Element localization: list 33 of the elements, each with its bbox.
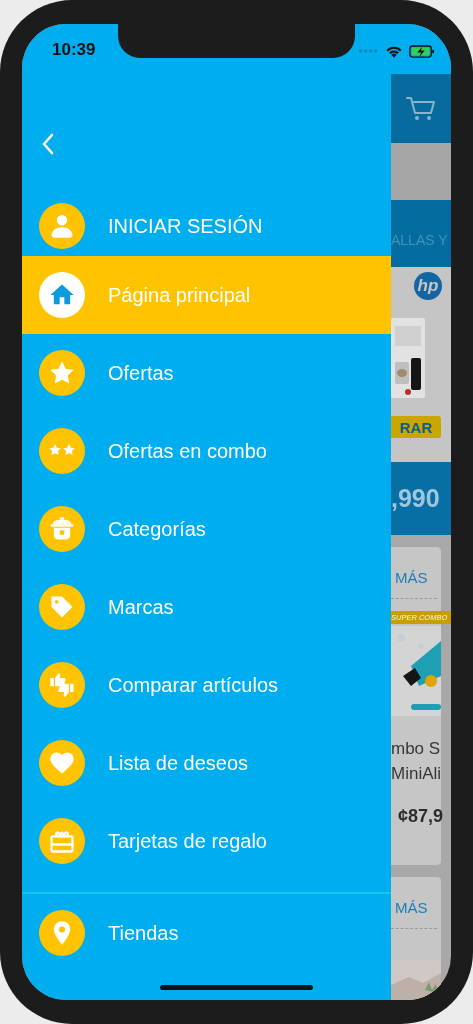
battery-icon: [409, 44, 435, 58]
signal-icon: [359, 49, 379, 53]
user-icon: [39, 203, 85, 249]
menu-item[interactable]: Lista de deseos: [22, 724, 391, 802]
rice-cooker-icon: [39, 506, 85, 552]
menu-item[interactable]: Tiendas: [22, 894, 391, 972]
menu-item[interactable]: Página principal: [22, 256, 391, 334]
tag-icon: [39, 584, 85, 630]
menu-item[interactable]: Ofertas en combo: [22, 412, 391, 490]
see-more-link[interactable]: MÁS: [395, 899, 441, 916]
login-link[interactable]: INICIAR SESIÓN: [108, 214, 263, 238]
two-stars-icon: [39, 428, 85, 474]
status-time: 10:39: [52, 40, 96, 60]
product-name: MiniAli: [391, 763, 441, 785]
buy-button[interactable]: RAR: [391, 416, 441, 438]
price-text: ,990: [391, 484, 440, 513]
see-more-link[interactable]: MÁS: [395, 569, 441, 586]
thumbs-icon: [39, 662, 85, 708]
menu-item[interactable]: Comparar artículos: [22, 646, 391, 724]
back-icon: [41, 132, 55, 156]
gift-card-icon: [39, 818, 85, 864]
menu-item[interactable]: Tarjetas de regalo: [22, 802, 391, 880]
menu-item[interactable]: Categorías: [22, 490, 391, 568]
menu-item[interactable]: Marcas: [22, 568, 391, 646]
menu-item[interactable]: Ofertas: [22, 334, 391, 412]
cart-icon[interactable]: [406, 95, 436, 122]
home-icon: [39, 272, 85, 318]
product-price: ¢87,9: [398, 806, 441, 827]
pin-icon: [39, 910, 85, 956]
brand-logo: hp: [414, 272, 442, 300]
banner-text: ALLAS Y: [391, 231, 448, 248]
product-name: mbo S: [391, 738, 441, 760]
wifi-icon: [385, 44, 403, 58]
